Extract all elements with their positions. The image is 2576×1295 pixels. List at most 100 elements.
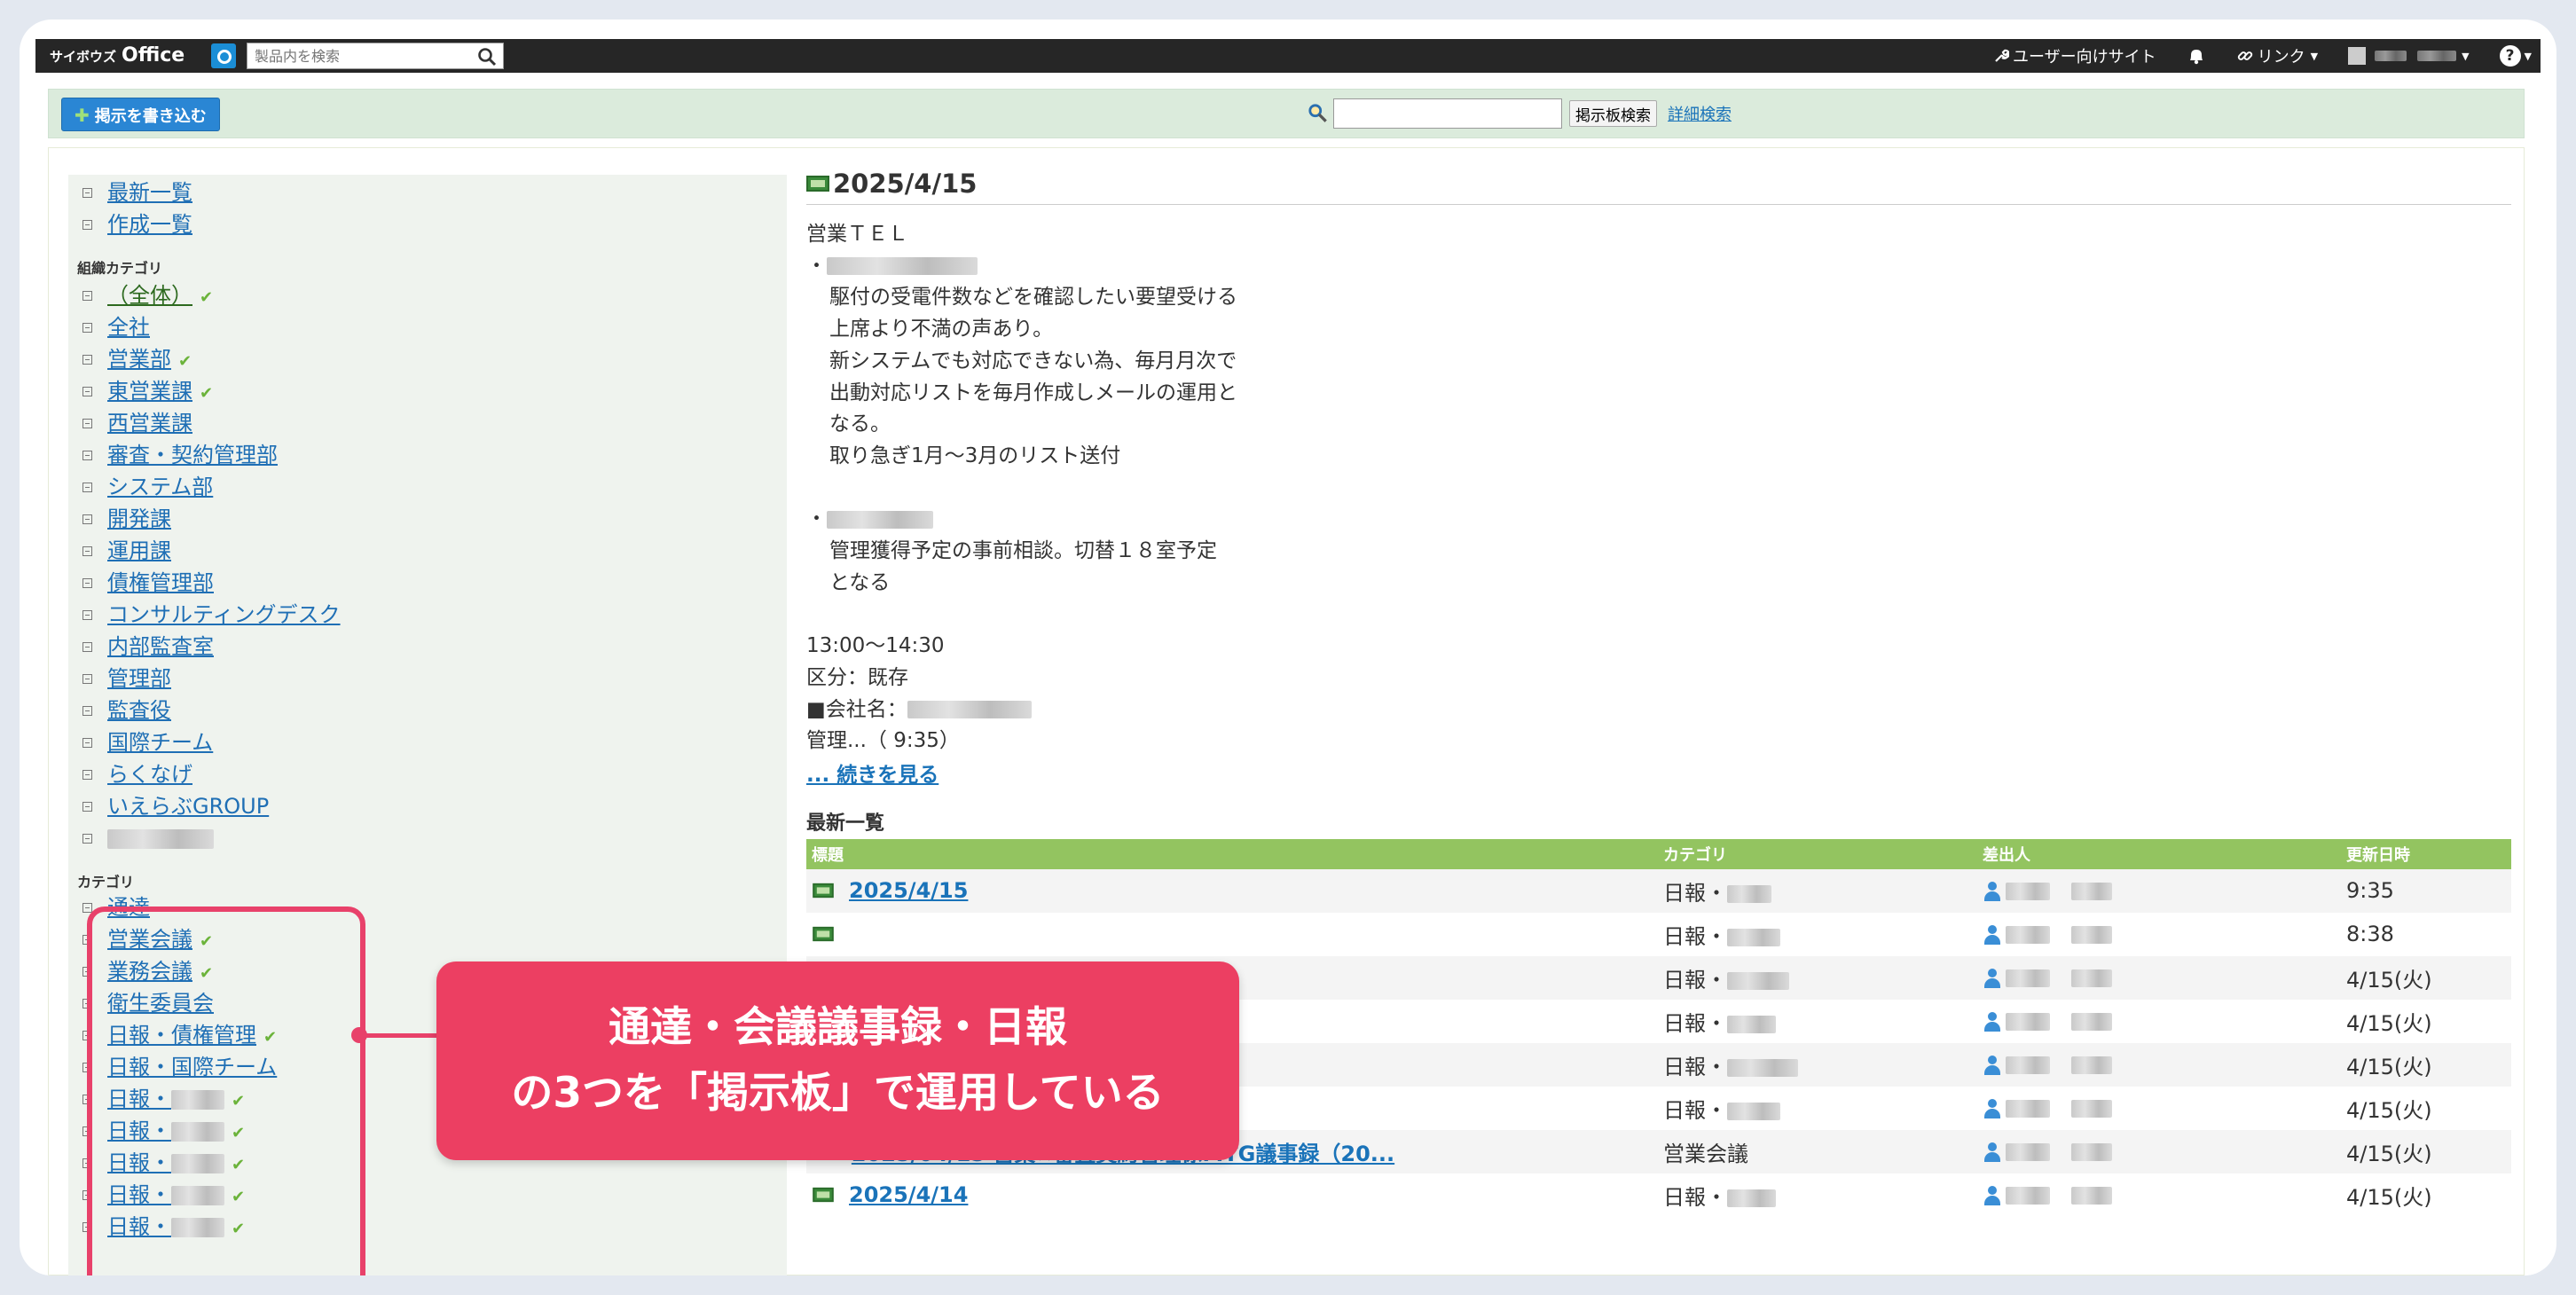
read-more-link[interactable]: ... 続きを見る (806, 764, 939, 787)
callout-line-2: の3つを「掲示板」で運用している (511, 1069, 1165, 1118)
sidebar-item-link[interactable]: 内部監査室 (107, 631, 214, 663)
sidebar-item[interactable]: コンサルティングデスク (68, 599, 787, 631)
sidebar-item[interactable]: 監査役 (68, 695, 787, 726)
expand-icon (82, 706, 92, 716)
expand-icon (82, 903, 92, 913)
user-site-link[interactable]: ユーザー向けサイト (1993, 44, 2156, 67)
cell-category: 日報・ (1658, 955, 1977, 1000)
sidebar-item-link[interactable]: 西営業課 (107, 407, 192, 439)
magnifier-icon[interactable] (476, 46, 498, 67)
board-post-icon (813, 1188, 834, 1203)
board-post-icon (813, 883, 834, 899)
expand-icon (82, 514, 92, 524)
expand-icon (82, 610, 92, 620)
redacted-name (2071, 1013, 2112, 1032)
sidebar-item-link[interactable]: 審査・契約管理部 (107, 439, 278, 471)
sidebar-item-label: 管理部 (107, 666, 171, 691)
sidebar-item[interactable]: （全体） ✔ (68, 279, 787, 311)
redacted-name (2071, 1187, 2112, 1205)
sidebar-item[interactable]: 営業部 ✔ (68, 343, 787, 375)
sidebar-item-link[interactable]: 管理部 (107, 663, 171, 695)
expand-icon (82, 387, 92, 396)
org-category-extra (68, 822, 787, 854)
sidebar-item-link[interactable]: 最新一覧 (107, 177, 192, 208)
sidebar-item-link[interactable]: らくなげ (107, 758, 192, 790)
expand-icon (82, 578, 92, 588)
user-icon (1983, 968, 2002, 989)
sidebar-item-link[interactable]: 作成一覧 (107, 208, 192, 240)
post-new-button[interactable]: ✚ 掲示を書き込む (61, 98, 220, 131)
sidebar-item-link[interactable]: 営業部 ✔ (107, 343, 192, 378)
post-body-line: 管理...（ 9:35） (806, 729, 960, 753)
notification-bell[interactable] (2187, 46, 2206, 66)
sidebar-item-link[interactable]: システム部 (107, 471, 213, 503)
post-title-link[interactable]: 2025/4/15 (849, 878, 968, 903)
table-row[interactable]: 2025/4/15 日報・ 9:35 (806, 868, 2511, 913)
sidebar-item[interactable]: 東営業課 ✔ (68, 375, 787, 407)
sidebar-item[interactable]: 内部監査室 (68, 631, 787, 663)
sidebar-item-link[interactable]: 国際チーム (107, 726, 213, 758)
sidebar-item[interactable]: 全社 (68, 311, 787, 343)
sidebar-item[interactable]: いえらぶGROUP (68, 790, 787, 822)
sidebar-item-link[interactable]: いえらぶGROUP (107, 790, 269, 822)
post-body-line: 取り急ぎ1月～3月のリスト送付 (829, 443, 1121, 467)
sidebar-item[interactable]: システム部 (68, 471, 787, 503)
redacted-text (1727, 884, 1771, 903)
expand-icon (82, 546, 92, 556)
post-body-line (806, 473, 2511, 505)
sidebar-item-link[interactable]: 運用課 (107, 535, 171, 567)
expand-icon (82, 291, 92, 301)
post-body-line: 13:00～14:30 (806, 634, 945, 658)
search-icon (1308, 104, 1327, 122)
sidebar-item-redacted[interactable] (68, 822, 787, 854)
redacted-name (2006, 883, 2050, 901)
expand-icon (82, 674, 92, 684)
user-menu[interactable]: ▼ (2348, 47, 2470, 65)
sidebar-item-label: システム部 (107, 475, 214, 499)
sidebar-item[interactable]: 西営業課 (68, 407, 787, 439)
redacted-name (2071, 1056, 2112, 1075)
help-menu[interactable]: ? ▼ (2499, 45, 2532, 67)
column-header-updated[interactable]: 更新日時 (2341, 838, 2511, 869)
sidebar-item-link[interactable]: 債権管理部 (107, 567, 214, 599)
product-search-icon[interactable] (211, 43, 236, 68)
sidebar-item[interactable]: 債権管理部 (68, 567, 787, 599)
sidebar-item-link[interactable]: 開発課 (107, 503, 171, 535)
callout-connector (365, 1033, 436, 1038)
toolbar: ✚ 掲示を書き込む 掲示板検索 詳細検索 (48, 89, 2525, 138)
post-body-line: 新システムでも対応できない為、毎月月次で (829, 349, 1237, 373)
sidebar-item[interactable]: 国際チーム (68, 726, 787, 758)
product-search-input[interactable] (247, 43, 460, 68)
sidebar-item-link[interactable]: （全体） ✔ (107, 279, 213, 314)
sidebar-item[interactable]: 最新一覧 (68, 177, 787, 208)
sidebar-item[interactable]: 運用課 (68, 535, 787, 567)
product-search-box[interactable] (247, 43, 504, 69)
board-search-input[interactable] (1333, 98, 1562, 129)
column-header-category[interactable]: カテゴリ (1658, 838, 1977, 869)
sidebar-item-link[interactable]: 東営業課 ✔ (107, 375, 213, 410)
user-icon (1983, 1011, 2002, 1032)
column-header-title[interactable]: 標題 (806, 838, 1658, 869)
app-logo[interactable]: サイボウズ Office (50, 43, 185, 70)
advanced-search-link[interactable]: 詳細検索 (1668, 102, 1732, 125)
redacted-text (1727, 971, 1789, 990)
sidebar-item-link[interactable]: 監査役 (107, 695, 171, 726)
sidebar-item-link[interactable]: コンサルティングデスク (107, 599, 341, 631)
sidebar-item[interactable]: 作成一覧 (68, 208, 787, 240)
sidebar-item[interactable]: 開発課 (68, 503, 787, 535)
post-title-link[interactable]: 2025/4/14 (849, 1182, 968, 1207)
sidebar-item-link[interactable]: 全社 (107, 311, 150, 343)
post-body-line: 駆付の受電件数などを確認したい要望受ける (829, 286, 1237, 310)
link-menu[interactable]: リンク ▼ (2236, 44, 2318, 67)
column-header-sender[interactable]: 差出人 (1977, 838, 2341, 869)
sidebar-item-redacted-link[interactable] (107, 822, 214, 854)
table-row[interactable]: 日報・ 8:38 (806, 912, 2511, 956)
sidebar-item[interactable]: らくなげ (68, 758, 787, 790)
callout-connector-dot (351, 1027, 367, 1043)
board-search-button[interactable]: 掲示板検索 (1569, 100, 1657, 127)
table-row[interactable]: 2025/4/14 日報・ 4/15(火) (806, 1173, 2511, 1217)
cell-sender (1977, 1042, 2341, 1087)
sidebar-item-label: 開発課 (107, 506, 171, 531)
sidebar-item[interactable]: 審査・契約管理部 (68, 439, 787, 471)
sidebar-item[interactable]: 管理部 (68, 663, 787, 695)
